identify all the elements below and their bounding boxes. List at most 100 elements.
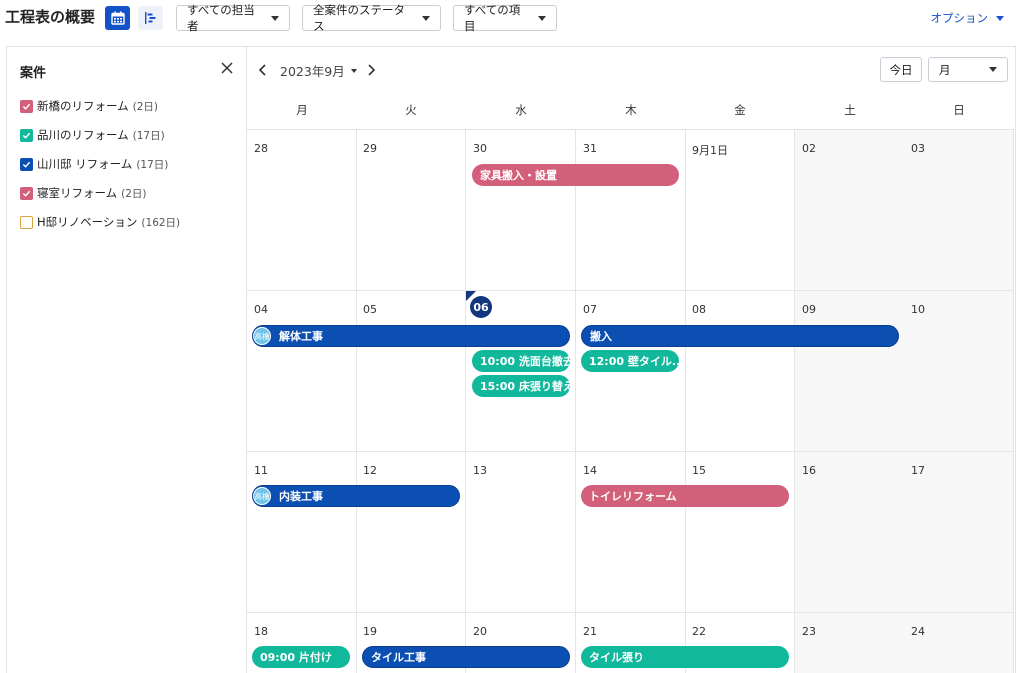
assignee-filter-dropdown[interactable]: すべての担当者 <box>176 3 290 33</box>
project-item[interactable]: 新橋のリフォーム (2日) <box>20 98 158 114</box>
close-icon[interactable] <box>220 61 234 75</box>
day-cell[interactable]: 12 <box>356 452 466 613</box>
event-label: 解体工事 <box>279 330 323 343</box>
day-cell[interactable]: 02 <box>795 130 905 291</box>
day-cell[interactable]: 31 <box>576 130 686 291</box>
project-days: (162日) <box>141 216 181 229</box>
checkbox-checked[interactable] <box>20 157 33 171</box>
day-number: 07 <box>583 303 597 316</box>
event-tiling[interactable]: タイル張り <box>581 646 789 668</box>
day-number: 29 <box>363 142 377 155</box>
day-number: 14 <box>583 464 597 477</box>
day-number: 22 <box>692 625 706 638</box>
day-cell[interactable]: 13 <box>466 452 576 613</box>
event-floor-replacement[interactable]: 15:00 床張り替え <box>472 375 570 397</box>
project-item[interactable]: 寝室リフォーム (2日) <box>20 185 147 201</box>
checkbox-unchecked[interactable] <box>20 215 33 229</box>
project-item[interactable]: 山川邸 リフォーム (17日) <box>20 156 168 172</box>
view-mode-label: 月 <box>939 62 951 77</box>
event-label: 家具搬入・設置 <box>480 169 557 182</box>
event-wall-tile[interactable]: 12:00 壁タイル... <box>581 350 679 372</box>
calendar-icon <box>110 11 125 25</box>
project-item[interactable]: H邸リノベーション (162日) <box>20 214 180 230</box>
next-month-icon[interactable] <box>366 64 376 76</box>
checkmark-icon <box>22 161 31 168</box>
day-cell[interactable]: 09 <box>795 291 905 452</box>
day-number: 21 <box>583 625 597 638</box>
day-cell[interactable]: 15 <box>685 452 795 613</box>
event-toilet-remodel[interactable]: トイレリフォーム <box>581 485 789 507</box>
weekday-label: 水 <box>515 103 527 117</box>
caret-down-icon <box>996 15 1004 21</box>
status-filter-dropdown[interactable]: 全案件のステータス <box>302 3 441 33</box>
day-cell[interactable]: 9月1日 <box>685 130 795 291</box>
options-menu[interactable]: オプション <box>930 10 1004 26</box>
day-cell[interactable]: 24 <box>904 613 1014 673</box>
event-tile-work[interactable]: タイル工事 <box>362 646 570 668</box>
checkbox-checked[interactable] <box>20 186 33 200</box>
day-number: 19 <box>363 625 377 638</box>
event-label: 内装工事 <box>279 490 323 503</box>
prev-month-icon[interactable] <box>258 64 268 76</box>
event-label: 搬入 <box>590 330 612 343</box>
event-label: タイル工事 <box>371 651 426 664</box>
day-number: 11 <box>254 464 268 477</box>
project-name: 寝室リフォーム <box>37 186 118 200</box>
checkmark-icon <box>22 103 31 110</box>
month-selector[interactable]: 2023年9月 <box>280 61 357 80</box>
gantt-view-button[interactable] <box>138 6 163 30</box>
day-cell[interactable]: 05 <box>356 291 466 452</box>
weekday-label: 土 <box>844 103 856 117</box>
event-label: 15:00 床張り替え <box>480 380 570 393</box>
event-label: 09:00 片付け <box>260 651 332 664</box>
checkbox-checked[interactable] <box>20 128 33 142</box>
event-interior-work[interactable]: 高橋 内装工事 <box>252 485 460 507</box>
checkmark-icon <box>22 190 31 197</box>
event-demolition[interactable]: 高橋 解体工事 <box>252 325 570 347</box>
weekday-label: 月 <box>296 103 308 117</box>
day-cell[interactable]: 14 <box>576 452 686 613</box>
day-cell[interactable]: 04 <box>247 291 357 452</box>
view-mode-select[interactable]: 月 <box>928 57 1008 82</box>
item-filter-dropdown[interactable]: すべての項目 <box>453 3 557 33</box>
day-cell[interactable]: 23 <box>795 613 905 673</box>
day-cell[interactable]: 11 <box>247 452 357 613</box>
day-cell[interactable]: 17 <box>904 452 1014 613</box>
project-days: (17日) <box>132 129 165 142</box>
event-cleanup[interactable]: 09:00 片付け <box>252 646 350 668</box>
day-cell[interactable]: 29 <box>356 130 466 291</box>
weekday-label: 金 <box>734 103 746 117</box>
event-label: トイレリフォーム <box>589 490 677 503</box>
day-cell[interactable]: 28 <box>247 130 357 291</box>
day-cell[interactable]: 10 <box>904 291 1014 452</box>
project-item[interactable]: 品川のリフォーム (17日) <box>20 127 165 143</box>
checkbox-checked[interactable] <box>20 99 33 113</box>
day-number: 28 <box>254 142 268 155</box>
day-number: 05 <box>363 303 377 316</box>
today-button[interactable]: 今日 <box>880 57 922 82</box>
status-filter-label: 全案件のステータス <box>313 3 405 33</box>
event-sink-removal[interactable]: 10:00 洗面台撤去 <box>472 350 570 372</box>
avatar: 高橋 <box>253 487 271 505</box>
day-cell[interactable]: 30 <box>466 130 576 291</box>
day-number: 13 <box>473 464 487 477</box>
day-number: 17 <box>911 464 925 477</box>
event-label: 12:00 壁タイル... <box>589 355 679 368</box>
day-cell[interactable]: 16 <box>795 452 905 613</box>
project-days: (17日) <box>136 158 169 171</box>
day-number: 09 <box>802 303 816 316</box>
event-furniture-delivery[interactable]: 家具搬入・設置 <box>472 164 679 186</box>
day-number: 02 <box>802 142 816 155</box>
project-sidebar: 案件 新橋のリフォーム (2日) 品川のリフォーム (17日) 山川邸 リフォー… <box>6 46 247 673</box>
day-cell[interactable]: 03 <box>904 130 1014 291</box>
caret-down-icon <box>989 67 997 72</box>
event-delivery[interactable]: 搬入 <box>581 325 899 347</box>
assignee-filter-label: すべての担当者 <box>187 3 255 33</box>
month-label: 2023年9月 <box>280 64 345 79</box>
caret-down-icon <box>350 68 357 73</box>
calendar-view-button[interactable] <box>105 6 130 30</box>
day-number: 23 <box>802 625 816 638</box>
options-label: オプション <box>930 11 989 25</box>
day-cell[interactable]: 08 <box>685 291 795 452</box>
project-name: 品川のリフォーム <box>37 128 129 142</box>
